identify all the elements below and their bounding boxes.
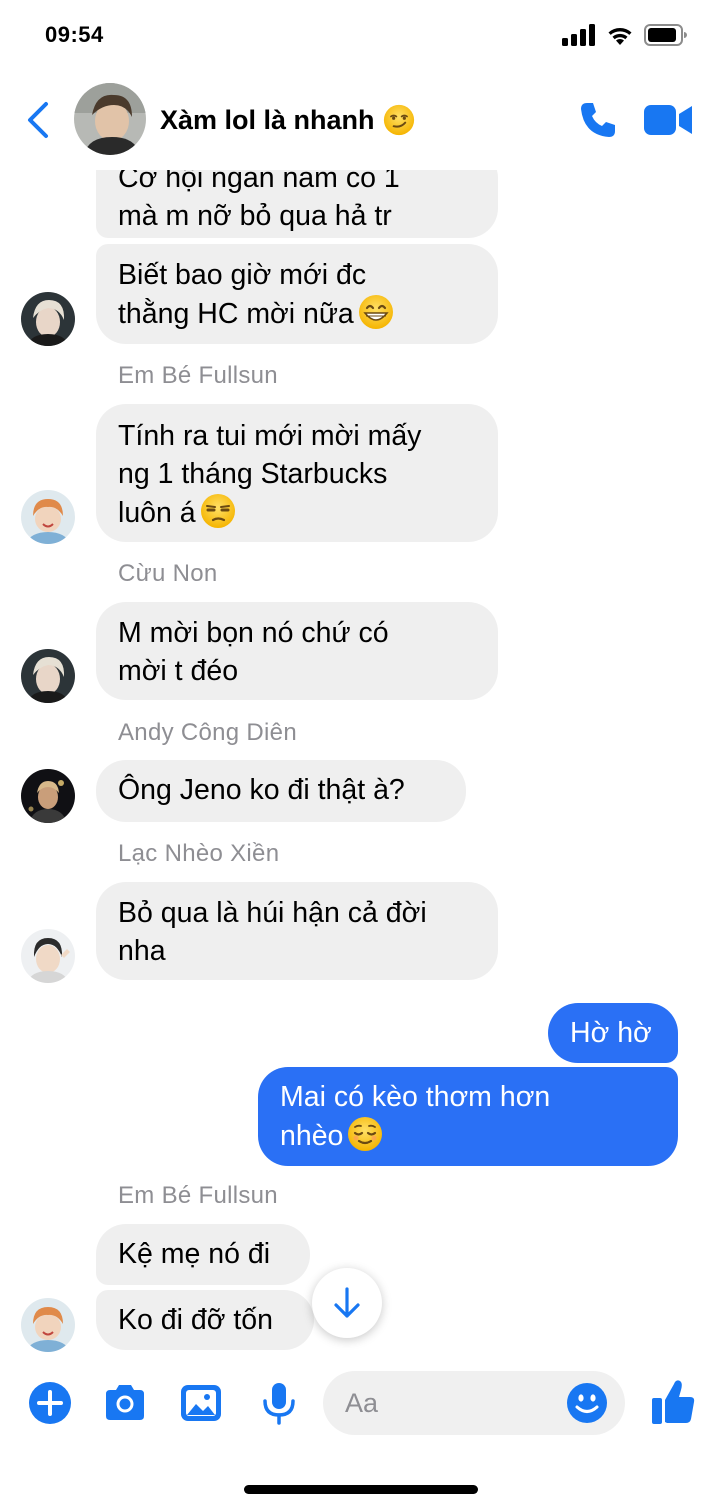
grin-emoji-icon <box>358 295 393 329</box>
message-bubble[interactable]: Bỏ qua là húi hận cả đời nha <box>96 882 498 980</box>
status-bar: 09:54 <box>0 0 720 70</box>
message-bubble[interactable]: Cơ hội ngàn năm có 1 mà m nỡ bỏ qua hả t… <box>96 170 498 238</box>
sender-name: Andy Công Diên <box>118 719 297 746</box>
message-bubble-outgoing[interactable]: Hờ hờ <box>548 1003 678 1063</box>
message-bubble[interactable]: Biết bao giờ mới đc thằng HC mời nữa <box>96 244 498 344</box>
sender-name: Lạc Nhèo Xiền <box>118 840 280 867</box>
conversation-title: Xàm lol là nhanh <box>160 104 375 135</box>
sender-name: Em Bé Fullsun <box>118 362 278 389</box>
relieved-emoji-icon <box>348 1117 383 1151</box>
message-list[interactable]: Cơ hội ngàn năm có 1 mà m nỡ bỏ qua hả t… <box>0 170 720 1358</box>
message-bubble[interactable]: Ko đi đỡ tốn <box>96 1290 314 1350</box>
sender-name: Em Bé Fullsun <box>118 1182 278 1209</box>
smirk-emoji-icon <box>383 104 414 136</box>
camera-icon[interactable] <box>102 1380 148 1426</box>
composer-bar <box>0 1358 720 1448</box>
battery-icon <box>644 24 687 46</box>
thumbs-up-icon[interactable] <box>650 1376 696 1426</box>
avatar[interactable] <box>21 292 75 346</box>
plus-icon[interactable] <box>27 1380 73 1426</box>
status-time: 09:54 <box>45 22 104 47</box>
avatar[interactable] <box>21 490 75 544</box>
avatar[interactable] <box>21 929 75 983</box>
conversation-title-row[interactable]: Xàm lol là nhanh <box>160 104 415 136</box>
message-bubble[interactable]: Kệ mẹ nó đi <box>96 1224 310 1285</box>
sender-name: Cừu Non <box>118 560 218 587</box>
message-bubble-outgoing[interactable]: Mai có kèo thơm hơn nhèo <box>258 1067 678 1166</box>
wifi-icon <box>608 28 632 45</box>
microphone-icon[interactable] <box>256 1380 302 1426</box>
status-icons <box>562 24 688 46</box>
avatar[interactable] <box>21 649 75 703</box>
video-camera-icon[interactable] <box>644 102 694 138</box>
signal-icon <box>562 24 595 46</box>
message-bubble[interactable]: M mời bọn nó chứ có mời t đéo <box>96 602 498 700</box>
message-bubble[interactable]: Tính ra tui mới mời mấy ng 1 tháng Starb… <box>96 404 498 542</box>
avatar[interactable] <box>21 769 75 823</box>
avatar[interactable] <box>21 1298 75 1352</box>
back-button[interactable] <box>22 100 56 140</box>
chat-header: Xàm lol là nhanh <box>0 70 720 170</box>
smiley-icon[interactable] <box>566 1382 608 1424</box>
scroll-to-bottom-button[interactable] <box>312 1268 382 1338</box>
group-avatar[interactable] <box>74 83 146 155</box>
image-icon[interactable] <box>178 1380 224 1426</box>
phone-icon[interactable] <box>578 100 618 140</box>
message-bubble[interactable]: Ông Jeno ko đi thật à? <box>96 760 466 822</box>
unamused-emoji-icon <box>200 494 235 528</box>
arrow-down-icon <box>334 1287 360 1318</box>
home-indicator <box>244 1485 478 1494</box>
